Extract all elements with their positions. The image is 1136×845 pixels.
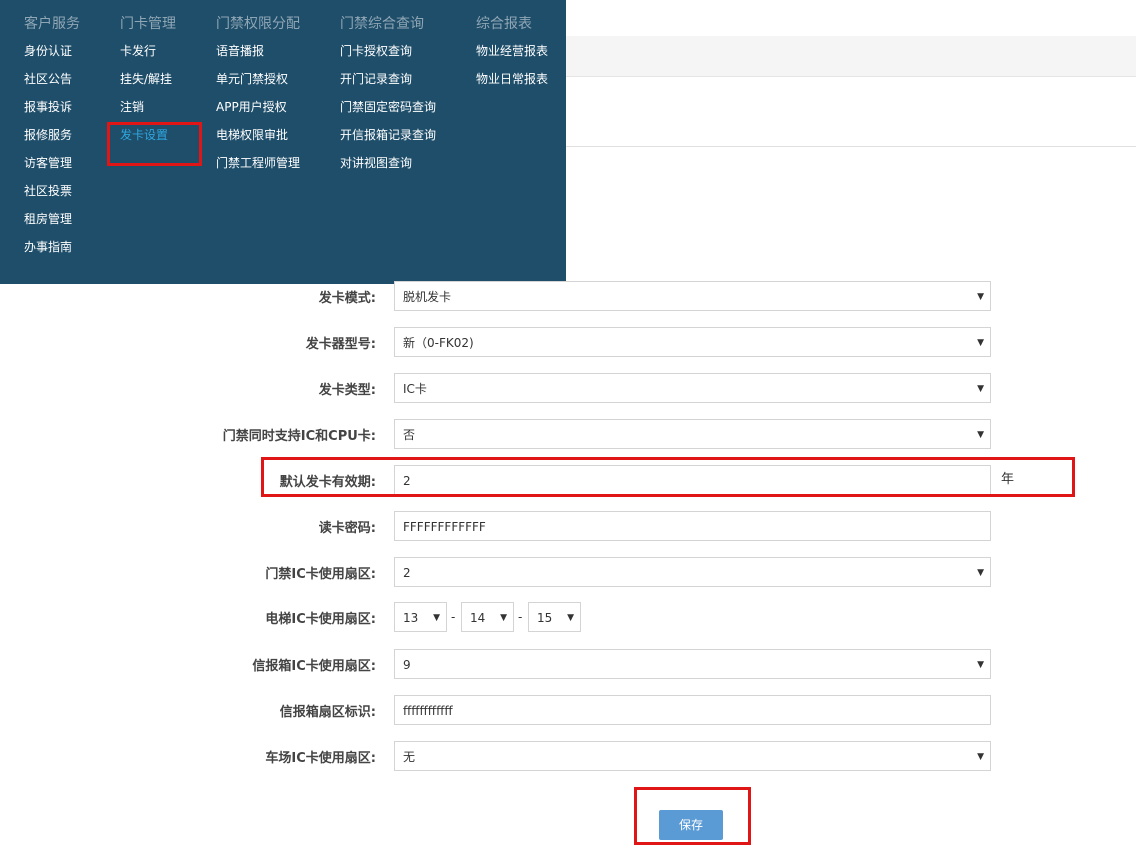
- chevron-down-icon: ▼: [500, 613, 507, 623]
- mailbox-sector-select[interactable]: 9 ▼: [394, 649, 991, 679]
- mailbox-sector-id-input[interactable]: ffffffffffff: [394, 695, 991, 725]
- menu-column-header: 客户服务: [24, 16, 80, 32]
- parking-sector-value: 无: [403, 750, 416, 764]
- menu-item-card-auth-query[interactable]: 门卡授权查询: [340, 42, 412, 59]
- menu-item-complaint[interactable]: 报事投诉: [24, 98, 72, 115]
- menu-item-vote[interactable]: 社区投票: [24, 182, 72, 199]
- mega-menu-dropdown: 客户服务 身份认证 社区公告 报事投诉 报修服务 访客管理 社区投票 租房管理 …: [0, 0, 566, 284]
- menu-item-card-settings[interactable]: 发卡设置: [120, 126, 168, 143]
- menu-item-visitor[interactable]: 访客管理: [24, 154, 72, 171]
- chevron-down-icon: ▼: [567, 613, 574, 623]
- menu-column-header: 门禁综合查询: [340, 16, 424, 32]
- read-password-input[interactable]: FFFFFFFFFFFF: [394, 511, 991, 541]
- range-separator: -: [451, 610, 456, 624]
- ic-cpu-support-value: 否: [403, 428, 416, 442]
- chevron-down-icon: ▼: [433, 613, 440, 623]
- read-password-label: 读卡密码:: [318, 521, 376, 536]
- menu-item-intercom-view-query[interactable]: 对讲视图查询: [340, 154, 412, 171]
- range-separator: -: [518, 610, 523, 624]
- read-password-value: FFFFFFFFFFFF: [403, 520, 486, 534]
- menu-column-header: 综合报表: [476, 16, 532, 32]
- menu-item-voice-broadcast[interactable]: 语音播报: [216, 42, 264, 59]
- chevron-down-icon: ▼: [977, 660, 984, 670]
- door-sector-select[interactable]: 2 ▼: [394, 557, 991, 587]
- ic-cpu-support-label: 门禁同时支持IC和CPU卡:: [222, 429, 376, 444]
- ic-cpu-support-select[interactable]: 否 ▼: [394, 419, 991, 449]
- elevator-sector-value-2: 14: [470, 611, 486, 625]
- card-type-label: 发卡类型:: [318, 383, 376, 398]
- reader-model-select[interactable]: 新（0-FK02) ▼: [394, 327, 991, 357]
- menu-item-engineer-management[interactable]: 门禁工程师管理: [216, 154, 300, 171]
- menu-item-unit-door-auth[interactable]: 单元门禁授权: [216, 70, 288, 87]
- elevator-sector-select-2[interactable]: 14 ▼: [461, 602, 514, 632]
- chevron-down-icon: ▼: [977, 384, 984, 394]
- mailbox-sector-label: 信报箱IC卡使用扇区:: [252, 659, 376, 674]
- chevron-down-icon: ▼: [977, 292, 984, 302]
- menu-item-mailbox-log-query[interactable]: 开信报箱记录查询: [340, 126, 436, 143]
- menu-item-business-report[interactable]: 物业经营报表: [476, 42, 548, 59]
- mailbox-sector-value: 9: [403, 658, 411, 672]
- reader-model-value: 新（0-FK02): [403, 336, 474, 350]
- door-sector-label: 门禁IC卡使用扇区:: [265, 567, 376, 582]
- menu-item-fixed-password-query[interactable]: 门禁固定密码查询: [340, 98, 436, 115]
- chevron-down-icon: ▼: [977, 430, 984, 440]
- elevator-sector-value-1: 13: [403, 611, 419, 625]
- elevator-sector-label: 电梯IC卡使用扇区:: [265, 612, 376, 627]
- reader-model-label: 发卡器型号:: [305, 337, 376, 352]
- default-validity-value: 2: [403, 474, 411, 488]
- mailbox-sector-id-label: 信报箱扇区标识:: [279, 705, 376, 720]
- default-validity-input[interactable]: 2: [394, 465, 991, 495]
- menu-column-header: 门卡管理: [120, 16, 176, 32]
- card-type-select[interactable]: IC卡 ▼: [394, 373, 991, 403]
- menu-item-report-loss[interactable]: 挂失/解挂: [120, 70, 172, 87]
- default-validity-label: 默认发卡有效期:: [279, 475, 376, 490]
- menu-item-app-user-auth[interactable]: APP用户授权: [216, 98, 287, 115]
- chevron-down-icon: ▼: [977, 338, 984, 348]
- elevator-sector-select-3[interactable]: 15 ▼: [528, 602, 581, 632]
- menu-item-announcement[interactable]: 社区公告: [24, 70, 72, 87]
- menu-item-rental[interactable]: 租房管理: [24, 210, 72, 227]
- door-sector-value: 2: [403, 566, 411, 580]
- issue-mode-select[interactable]: 脱机发卡 ▼: [394, 281, 991, 311]
- parking-sector-select[interactable]: 无 ▼: [394, 741, 991, 771]
- menu-item-door-log-query[interactable]: 开门记录查询: [340, 70, 412, 87]
- menu-item-repair[interactable]: 报修服务: [24, 126, 72, 143]
- menu-item-cancel[interactable]: 注销: [120, 98, 144, 115]
- card-type-value: IC卡: [403, 382, 427, 396]
- issue-mode-label: 发卡模式:: [318, 291, 376, 306]
- elevator-sector-select-1[interactable]: 13 ▼: [394, 602, 447, 632]
- menu-item-elevator-approval[interactable]: 电梯权限审批: [216, 126, 288, 143]
- mailbox-sector-id-value: ffffffffffff: [403, 704, 453, 718]
- menu-item-card-issue[interactable]: 卡发行: [120, 42, 156, 59]
- parking-sector-label: 车场IC卡使用扇区:: [265, 751, 376, 766]
- menu-item-identity[interactable]: 身份认证: [24, 42, 72, 59]
- chevron-down-icon: ▼: [977, 568, 984, 578]
- menu-column-header: 门禁权限分配: [216, 16, 300, 32]
- menu-item-guide[interactable]: 办事指南: [24, 238, 72, 255]
- validity-unit: 年: [1001, 472, 1015, 487]
- save-button[interactable]: 保存: [659, 810, 723, 840]
- issue-mode-value: 脱机发卡: [403, 290, 452, 304]
- elevator-sector-value-3: 15: [537, 611, 553, 625]
- chevron-down-icon: ▼: [977, 752, 984, 762]
- menu-item-daily-report[interactable]: 物业日常报表: [476, 70, 548, 87]
